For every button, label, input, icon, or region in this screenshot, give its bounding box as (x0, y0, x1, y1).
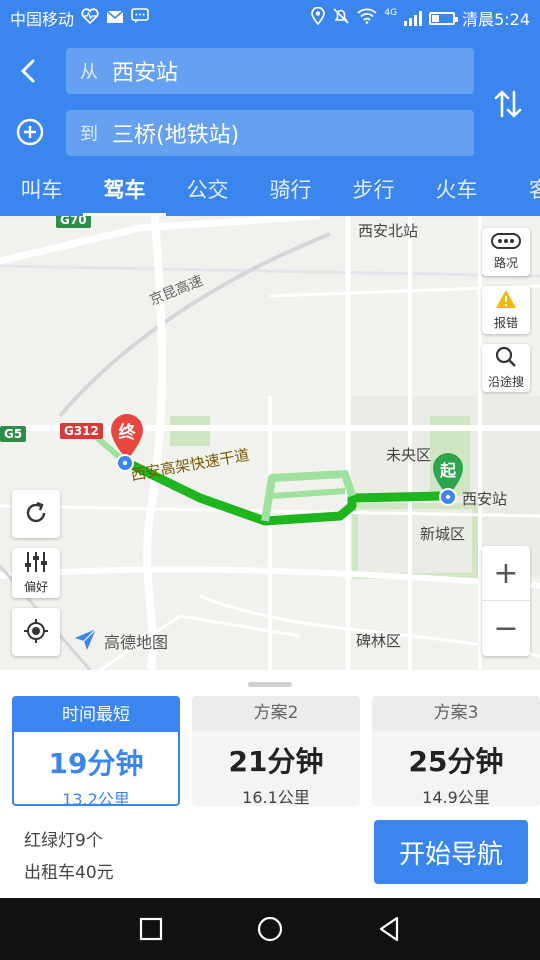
start-navigation-button[interactable]: 开始导航 (374, 820, 528, 884)
g70-shield: G70 (56, 216, 91, 228)
route-header: 从 西安站 到 三桥(地铁站) 叫车 驾车 公交 骑行 步行 火车客 (0, 36, 540, 216)
warning-icon (495, 289, 517, 312)
taxi-fare: 出租车40元 (24, 863, 114, 883)
plan-distance: 14.9公里 (422, 788, 490, 806)
map-canvas (0, 216, 540, 670)
tab-item[interactable]: 叫车 (0, 170, 83, 216)
tab-item[interactable]: 步行 (332, 170, 415, 216)
mute-icon (332, 7, 350, 29)
tab-item[interactable]: 骑行 (249, 170, 332, 216)
plan-distance: 13.2公里 (62, 790, 130, 806)
amap-logo-icon (72, 626, 98, 656)
amap-logo-text: 高德地图 (104, 633, 169, 652)
route-plan-3[interactable]: 方案3 25分钟 14.9公里 (372, 696, 540, 806)
end-point-icon (116, 454, 134, 472)
plan-header: 时间最短 (14, 698, 178, 732)
carrier-name: 中国移动 (10, 10, 75, 29)
transport-tabs: 叫车 驾车 公交 骑行 步行 火车客 (0, 170, 540, 216)
search-along-button[interactable]: 沿途搜 (482, 344, 530, 392)
g312-shield: G312 (60, 423, 103, 439)
place-xian-station: 西安站 (462, 490, 508, 508)
traffic-button[interactable]: 路况 (482, 228, 530, 276)
route-panel: 时间最短 19分钟 13.2公里 方案2 21分钟 16.1公里 方案3 25分… (0, 670, 540, 898)
status-bar: 中国移动 4G 清晨5:24 (0, 0, 540, 36)
back-icon[interactable] (14, 56, 44, 86)
traffic-label: 路况 (493, 256, 518, 270)
mail-icon (106, 9, 124, 28)
origin-value: 西安站 (112, 61, 179, 86)
tab-item[interactable]: 火车 (415, 170, 498, 216)
end-marker-label: 终 (118, 423, 136, 443)
locate-icon (22, 617, 50, 648)
tab-item[interactable]: 驾车 (83, 170, 166, 216)
recents-icon[interactable] (136, 914, 166, 944)
traffic-icon (491, 233, 521, 252)
plan-time: 21分钟 (228, 745, 324, 778)
preference-label: 偏好 (23, 580, 48, 594)
zoom-in-button[interactable]: + (482, 546, 530, 601)
wifi-icon (357, 8, 377, 28)
origin-field[interactable]: 从 西安站 (66, 48, 474, 94)
search-icon (495, 346, 517, 371)
map-view[interactable]: G70 G312 G5 西安北站 京昆高速 西安高架快速干道 未央区 西安站 新… (0, 216, 540, 670)
tab-item[interactable]: 客 (498, 170, 540, 216)
destination-field[interactable]: 到 三桥(地铁站) (66, 110, 474, 156)
traffic-lights-count: 红绿灯9个 (24, 831, 103, 851)
back-nav-icon[interactable] (374, 914, 404, 944)
tab-item[interactable]: 公交 (166, 170, 249, 216)
signal-icon (404, 10, 423, 26)
g5-shield: G5 (0, 426, 27, 442)
route-plan-2[interactable]: 方案2 21分钟 16.1公里 (192, 696, 360, 806)
home-icon[interactable] (255, 914, 285, 944)
heart-rate-icon (81, 8, 99, 28)
plan-header: 方案2 (192, 696, 360, 730)
refresh-button[interactable] (12, 490, 60, 538)
locate-button[interactable] (12, 608, 60, 656)
place-xincheng: 新城区 (420, 525, 466, 543)
network-type: 4G (384, 8, 398, 18)
system-nav-bar (0, 898, 540, 960)
route-plan-1[interactable]: 时间最短 19分钟 13.2公里 (12, 696, 180, 806)
origin-prefix: 从 (80, 62, 98, 83)
report-button[interactable]: 报错 (482, 286, 530, 334)
location-icon (311, 6, 326, 29)
destination-value: 三桥(地铁站) (112, 123, 240, 148)
zoom-control: + − (482, 546, 530, 656)
preference-button[interactable]: 偏好 (12, 548, 60, 598)
refresh-icon (23, 500, 49, 529)
swap-icon[interactable] (490, 86, 526, 122)
amap-logo: 高德地图 (72, 626, 168, 656)
add-waypoint-icon[interactable] (14, 116, 46, 148)
plan-time: 25分钟 (408, 745, 504, 778)
battery-icon (429, 11, 459, 25)
message-icon (131, 8, 149, 28)
sliders-icon (23, 551, 49, 576)
place-weiyang: 未央区 (386, 446, 432, 464)
report-label: 报错 (493, 316, 518, 330)
search-along-label: 沿途搜 (487, 375, 524, 389)
plan-distance: 16.1公里 (242, 788, 310, 806)
start-marker-label: 起 (439, 461, 456, 480)
place-beilin: 碑林区 (356, 632, 402, 650)
zoom-out-button[interactable]: − (482, 601, 530, 656)
plan-time: 19分钟 (48, 747, 144, 780)
destination-prefix: 到 (80, 124, 98, 145)
place-xian-north: 西安北站 (358, 222, 419, 240)
status-time: 清晨5:24 (462, 10, 530, 29)
plan-header: 方案3 (372, 696, 540, 730)
start-point-icon (439, 488, 457, 506)
panel-drag-handle[interactable] (248, 682, 292, 687)
